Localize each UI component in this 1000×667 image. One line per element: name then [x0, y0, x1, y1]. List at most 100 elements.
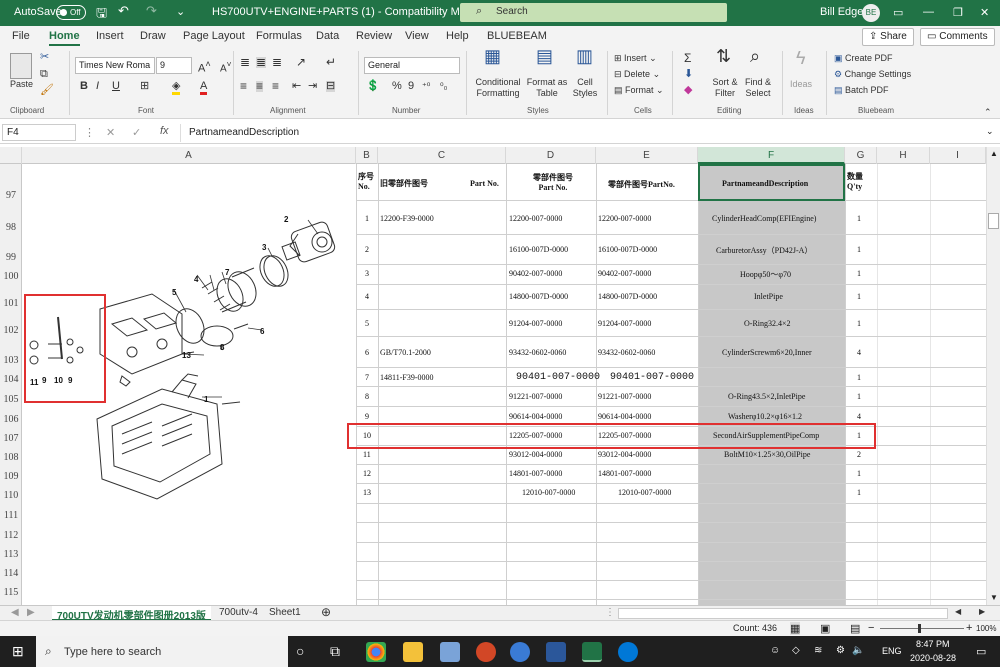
settings-tray-icon[interactable]: ⚙	[836, 645, 845, 656]
align-bottom-icon[interactable]: ≣	[272, 56, 282, 68]
table-cell-d[interactable]: 14800-007D-0000	[509, 292, 568, 301]
edge-icon[interactable]	[618, 642, 638, 662]
ideas-icon[interactable]: ϟ	[796, 49, 806, 67]
table-cell-qty[interactable]: 1	[857, 488, 861, 497]
menu-formulas[interactable]: Formulas	[256, 30, 302, 42]
table-cell-no[interactable]: 4	[365, 292, 369, 301]
row-header[interactable]: 100	[0, 271, 22, 282]
row-header[interactable]: 114	[0, 568, 22, 579]
file-explorer-icon[interactable]	[403, 642, 423, 662]
header-part-no-e[interactable]: 零部件图号PartNo.	[608, 179, 675, 190]
menu-home[interactable]: Home	[49, 30, 80, 46]
create-pdf-button[interactable]: ▣ Create PDF	[834, 53, 893, 64]
normal-view-icon[interactable]: ▦	[790, 622, 801, 635]
input-language[interactable]: ENG	[882, 646, 902, 656]
row-header[interactable]: 99	[0, 252, 22, 263]
table-cell-desc[interactable]: InletPipe	[754, 292, 783, 301]
wifi-icon[interactable]: ≋	[814, 645, 822, 656]
align-middle-icon[interactable]: ≣	[256, 56, 267, 68]
clock-time[interactable]: 8:47 PM	[916, 639, 950, 649]
table-cell-no[interactable]: 6	[365, 348, 369, 357]
table-cell-e[interactable]: 16100-007D-0000	[598, 245, 657, 254]
volume-icon[interactable]: 🔈	[852, 645, 864, 656]
scroll-left-icon[interactable]: ◀	[950, 606, 966, 621]
percent-icon[interactable]: %	[392, 81, 402, 92]
table-cell-desc[interactable]: O-Ring43.5×2,InletPipe	[728, 392, 805, 401]
word-icon[interactable]	[546, 642, 566, 662]
customize-toolbar-icon[interactable]: ⌄	[176, 5, 185, 18]
row-header[interactable]: 106	[0, 414, 22, 425]
decrease-decimal-icon[interactable]: ⁰₀	[440, 81, 447, 92]
close-icon[interactable]: ✕	[980, 6, 989, 19]
tab-sheet-2013[interactable]: 700UTV发动机零部件图册2013版	[52, 606, 211, 622]
sort-filter-button[interactable]: Sort & Filter	[708, 77, 742, 99]
cancel-icon[interactable]: ✕	[106, 126, 115, 139]
copy-icon[interactable]: ⧉	[40, 69, 48, 80]
table-cell-qty[interactable]: 1	[857, 245, 861, 254]
menu-page-layout[interactable]: Page Layout	[183, 30, 245, 42]
table-cell-e[interactable]: 90614-004-0000	[598, 412, 651, 421]
save-icon[interactable]: 🖫	[96, 4, 107, 26]
font-color-icon[interactable]: A	[200, 81, 208, 95]
tray-icon[interactable]: ◇	[792, 645, 800, 656]
increase-decimal-icon[interactable]: ⁺⁰	[422, 81, 430, 92]
zoom-slider-thumb[interactable]	[918, 624, 921, 633]
tab-sheet1[interactable]: Sheet1	[264, 606, 306, 621]
clear-icon[interactable]: ◆	[684, 85, 692, 96]
table-cell-e[interactable]: 91221-007-0000	[598, 392, 651, 401]
format-cells-button[interactable]: ▤ Format ⌄	[614, 85, 664, 96]
sort-filter-icon[interactable]: ⇅	[716, 47, 731, 65]
table-cell-desc[interactable]: CylinderScrewm6×20,Inner	[722, 348, 812, 357]
scroll-right-icon[interactable]: ▶	[974, 606, 990, 621]
find-select-button[interactable]: Find & Select	[740, 77, 776, 99]
table-cell-e[interactable]: 12010-007-0000	[618, 488, 671, 497]
column-header-a[interactable]: A	[22, 147, 356, 164]
notifications-icon[interactable]: ▭	[976, 645, 986, 658]
align-left-icon[interactable]: ≡	[240, 80, 247, 92]
table-cell-e[interactable]: 14801-007-0000	[598, 469, 651, 478]
row-header[interactable]: 97	[0, 190, 22, 201]
calculator-icon[interactable]	[440, 642, 460, 662]
table-cell-e[interactable]: 14800-007D-0000	[598, 292, 657, 301]
table-cell-e[interactable]: 90401-007-0000	[610, 372, 694, 383]
cell-styles-button[interactable]: Cell Styles	[568, 77, 602, 99]
header-part-no-d[interactable]: 零部件图号 Part No.	[528, 173, 578, 193]
row-header[interactable]: 105	[0, 394, 22, 405]
shrink-font-icon[interactable]: A˅	[220, 59, 232, 74]
scroll-down-icon[interactable]: ▼	[990, 593, 998, 602]
table-cell-no[interactable]: 2	[365, 245, 369, 254]
underline-button[interactable]: U	[112, 81, 120, 92]
table-cell-d[interactable]: 90401-007-0000	[516, 372, 600, 383]
page-layout-icon[interactable]: ▣	[820, 622, 830, 635]
table-cell-no[interactable]: 8	[365, 392, 369, 401]
avatar[interactable]: BE	[862, 4, 880, 22]
table-cell-qty[interactable]: 1	[857, 214, 861, 223]
italic-button[interactable]: I	[96, 81, 99, 92]
table-cell-no[interactable]: 7	[365, 373, 369, 382]
conditional-formatting-icon[interactable]: ▦	[484, 47, 501, 65]
redo-icon[interactable]: ↷	[146, 3, 157, 19]
tab-split-icon[interactable]: ⋮	[600, 606, 620, 621]
undo-icon[interactable]: ↶	[118, 3, 129, 19]
table-cell-no[interactable]: 1	[365, 214, 369, 223]
table-cell-old[interactable]: 12200-F39-0000	[380, 214, 434, 223]
column-header-h[interactable]: H	[877, 147, 930, 164]
row-header[interactable]: 107	[0, 433, 22, 444]
table-cell-d[interactable]: 12200-007-0000	[509, 214, 562, 223]
chrome-icon[interactable]	[366, 642, 386, 662]
formula-input[interactable]: PartnameandDescription	[180, 124, 980, 142]
table-cell-e[interactable]: 91204-007-0000	[598, 319, 651, 328]
column-header-b[interactable]: B	[356, 147, 378, 164]
table-cell-qty[interactable]: 1	[857, 269, 861, 278]
table-cell-d[interactable]: 12010-007-0000	[522, 488, 575, 497]
page-break-icon[interactable]: ▤	[850, 622, 860, 635]
ribbon-display-icon[interactable]: ▭	[893, 6, 903, 19]
app-icon[interactable]	[510, 642, 530, 662]
column-header-i[interactable]: I	[930, 147, 986, 164]
menu-file[interactable]: File	[12, 30, 30, 42]
font-size-select[interactable]: 9	[156, 57, 192, 74]
batch-pdf-button[interactable]: ▤ Batch PDF	[834, 85, 889, 96]
change-settings-button[interactable]: ⚙ Change Settings	[834, 69, 911, 80]
insert-function-icon[interactable]: fx	[160, 125, 169, 137]
row-header[interactable]: 112	[0, 530, 22, 541]
